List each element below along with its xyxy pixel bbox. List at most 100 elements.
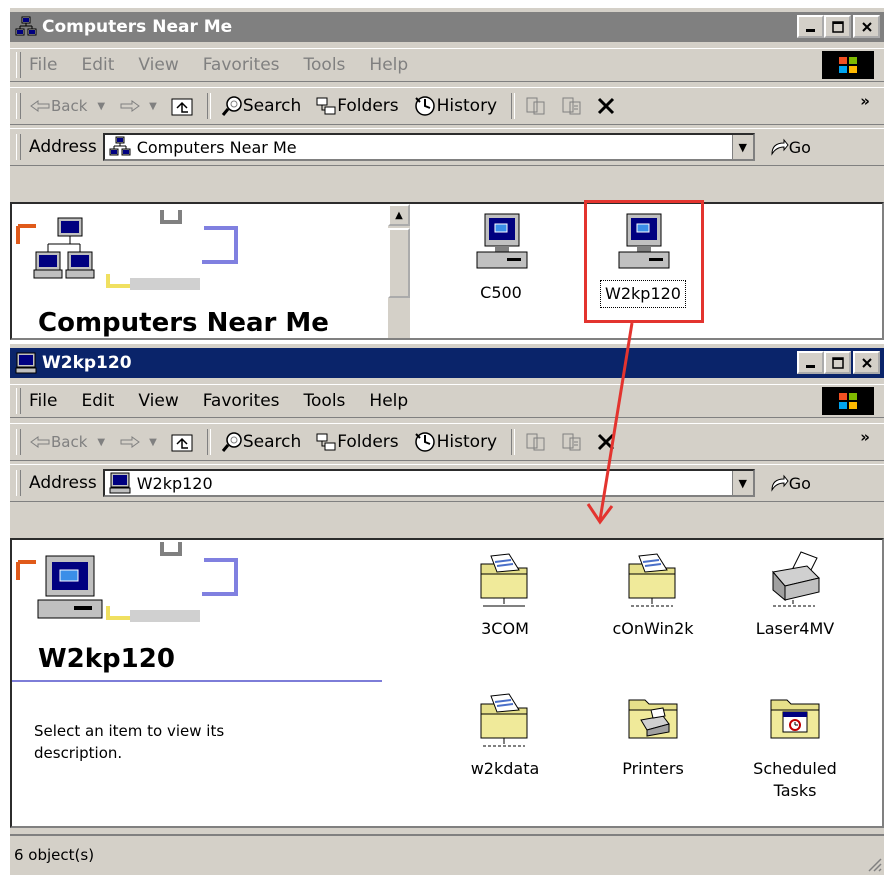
back-button[interactable]: Back ▼ (29, 97, 105, 115)
copy-to-button[interactable] (561, 96, 583, 116)
history-icon (414, 96, 435, 116)
selection-highlight-box (584, 200, 704, 323)
toolbar-grip[interactable] (16, 429, 21, 455)
up-folder-button[interactable] (171, 432, 193, 452)
forward-dropdown-icon[interactable]: ▼ (149, 437, 157, 448)
toolbar-grip[interactable] (16, 52, 21, 78)
toolbar-chevron[interactable]: » (860, 92, 870, 110)
network-printer-icon (772, 551, 820, 607)
scroll-up-button[interactable]: ▲ (388, 204, 410, 226)
title-bar[interactable]: W2kp120 (10, 348, 884, 378)
search-button[interactable]: Search (221, 95, 301, 117)
delete-button[interactable] (597, 97, 615, 115)
back-dropdown-icon[interactable]: ▼ (97, 437, 105, 448)
menu-help[interactable]: Help (369, 55, 408, 75)
menu-edit[interactable]: Edit (81, 55, 114, 75)
up-folder-icon (171, 434, 193, 452)
up-folder-button[interactable] (171, 96, 193, 116)
address-value: W2kp120 (136, 473, 213, 493)
history-button[interactable]: History (413, 431, 497, 453)
back-arrow-icon (30, 100, 50, 112)
item-label: cOnWin2k (612, 619, 694, 638)
address-dropdown-button[interactable]: ▼ (731, 135, 753, 159)
toolbar-chevron[interactable]: » (860, 428, 870, 446)
minimize-button[interactable] (797, 351, 824, 374)
address-input[interactable]: W2kp120 ▼ (102, 469, 755, 497)
network-icon (15, 16, 37, 36)
toolbar-grip[interactable] (16, 470, 21, 496)
address-input[interactable]: Computers Near Me ▼ (102, 133, 755, 161)
menu-favorites[interactable]: Favorites (203, 391, 280, 411)
address-bar: Address Computers Near Me ▼ Go (10, 128, 884, 166)
minimize-icon (805, 364, 815, 368)
title-bar[interactable]: Computers Near Me (10, 12, 884, 42)
close-icon (861, 357, 872, 368)
forward-button[interactable]: ▼ (119, 99, 157, 113)
close-icon (861, 21, 872, 32)
search-icon (221, 96, 242, 116)
minimize-icon (805, 28, 815, 32)
go-button[interactable]: Go (769, 474, 811, 493)
copy-to-button[interactable] (561, 432, 583, 452)
go-arrow-icon (771, 474, 789, 492)
toolbar-separator (206, 93, 211, 119)
menu-tools[interactable]: Tools (304, 55, 346, 75)
search-button[interactable]: Search (221, 431, 301, 453)
move-to-button[interactable] (525, 96, 547, 116)
go-arrow-icon (771, 138, 789, 156)
network-banner-graphic (16, 210, 238, 290)
forward-button[interactable]: ▼ (119, 435, 157, 449)
address-dropdown-button[interactable]: ▼ (731, 471, 753, 495)
page-heading: W2kp120 (38, 644, 175, 674)
maximize-button[interactable] (824, 351, 851, 374)
move-to-icon (526, 433, 545, 451)
toolbar-grip[interactable] (16, 388, 21, 414)
printers-folder-item[interactable]: Printers (598, 690, 708, 782)
chevron-down-icon: ▼ (738, 140, 747, 154)
network-icon (109, 136, 131, 156)
computer-icon (476, 213, 528, 269)
menu-file[interactable]: File (29, 55, 57, 75)
maximize-button[interactable] (824, 15, 851, 38)
back-dropdown-icon[interactable]: ▼ (97, 101, 105, 112)
toolbar-grip[interactable] (16, 93, 21, 119)
forward-dropdown-icon[interactable]: ▼ (149, 101, 157, 112)
computer-item-c500[interactable]: C500 (446, 212, 556, 306)
maximize-icon (831, 356, 844, 369)
item-label: w2kdata (470, 759, 540, 778)
menu-view[interactable]: View (138, 391, 178, 411)
resize-grip-icon[interactable] (866, 856, 882, 872)
menu-tools[interactable]: Tools (304, 391, 346, 411)
toolbar-grip[interactable] (16, 134, 21, 160)
shared-folder-item-w2kdata[interactable]: w2kdata (450, 690, 560, 782)
back-arrow-icon (30, 436, 50, 448)
shared-folder-item-conwin2k[interactable]: cOnWin2k (598, 550, 708, 642)
shared-folder-icon (480, 693, 528, 747)
vertical-scrollbar[interactable]: ▲ (388, 204, 410, 338)
scroll-thumb[interactable] (388, 228, 410, 298)
scheduled-tasks-folder-item[interactable]: Scheduled Tasks (740, 690, 850, 804)
go-button[interactable]: Go (769, 138, 811, 157)
close-button[interactable] (853, 15, 880, 38)
back-button[interactable]: Back ▼ (29, 433, 105, 451)
shared-folder-item-3com[interactable]: 3COM (450, 550, 560, 642)
folders-button[interactable]: Folders (315, 432, 399, 452)
move-to-button[interactable] (525, 432, 547, 452)
menu-bar: File Edit View Favorites Tools Help (10, 384, 884, 418)
menu-file[interactable]: File (29, 391, 57, 411)
history-button[interactable]: History (413, 95, 497, 117)
item-label: Laser4MV (755, 619, 835, 638)
folders-button[interactable]: Folders (315, 96, 399, 116)
menu-edit[interactable]: Edit (81, 391, 114, 411)
delete-button[interactable] (597, 433, 615, 451)
close-button[interactable] (853, 351, 880, 374)
folders-icon (316, 433, 336, 451)
address-bar: Address W2kp120 ▼ Go (10, 464, 884, 502)
menu-favorites[interactable]: Favorites (203, 55, 280, 75)
network-printer-item-laser4mv[interactable]: Laser4MV (740, 550, 850, 642)
minimize-button[interactable] (797, 15, 824, 38)
menu-view[interactable]: View (138, 55, 178, 75)
window-title: W2kp120 (42, 353, 132, 373)
menu-help[interactable]: Help (369, 391, 408, 411)
content-pane: W2kp120 Select an item to view its descr… (10, 538, 884, 828)
